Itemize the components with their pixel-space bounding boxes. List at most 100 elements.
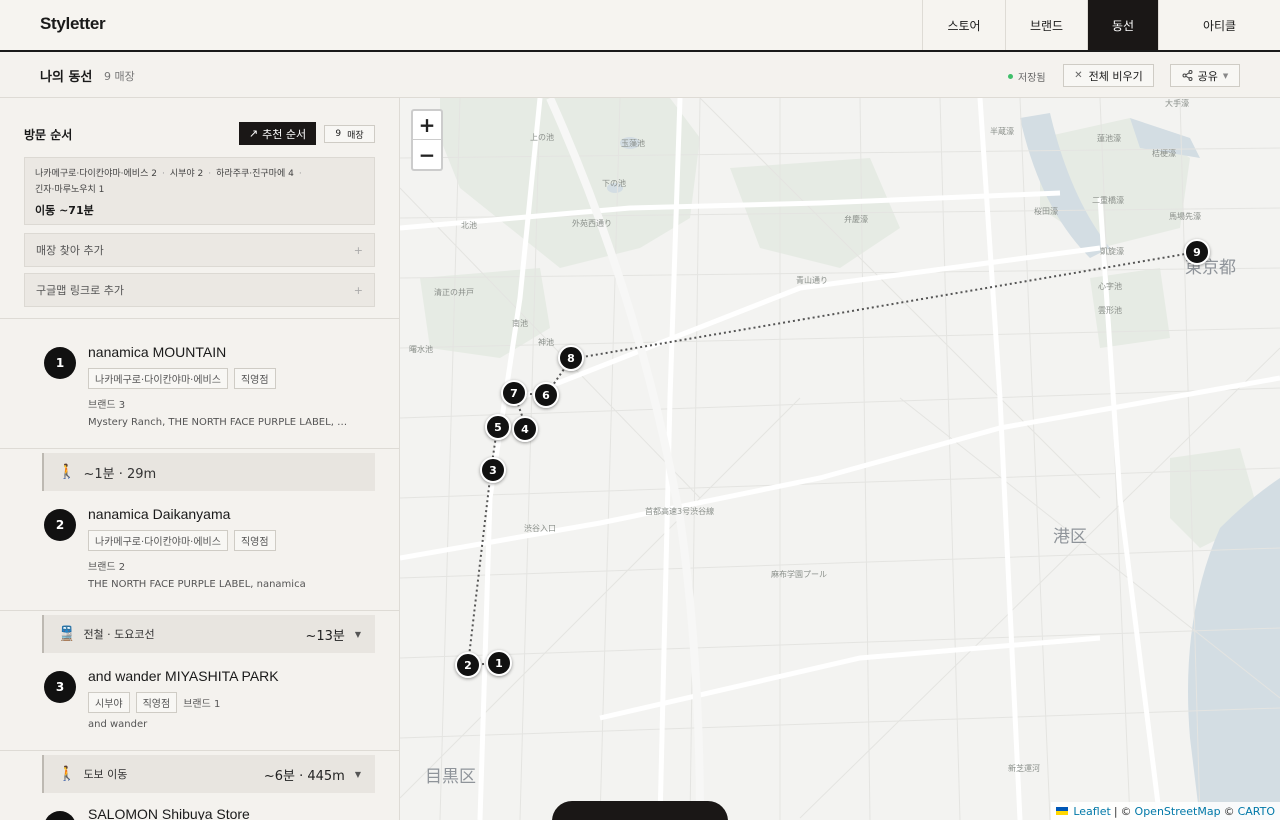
- store-name[interactable]: and wander MIYASHITA PARK: [88, 668, 279, 684]
- attribution-separator: |: [1113, 804, 1118, 818]
- store-order-number: 1: [44, 347, 76, 379]
- store-tags: 시부야 직영점 브랜드 1: [88, 692, 220, 713]
- store-tags: 나카메구로·다이칸야마·에비스 직영점: [88, 530, 276, 551]
- share-icon: [1182, 70, 1193, 81]
- zoom-out-button[interactable]: −: [413, 140, 441, 169]
- divider: [0, 448, 399, 449]
- nav-brand[interactable]: 브랜드: [1005, 0, 1087, 50]
- leaflet-link[interactable]: Leaflet: [1073, 805, 1110, 818]
- chevron-down-icon[interactable]: ▼: [355, 770, 361, 779]
- type-tag: 직영점: [135, 692, 178, 713]
- map-pin-9[interactable]: 9: [1184, 239, 1210, 265]
- area-breakdown: 나카메구로·다이칸야마·에비스 2 · 시부야 2 · 하라주쿠·진구마에 4 · 긴자·마…: [35, 169, 302, 195]
- type-tag: 직영점: [233, 368, 276, 389]
- main-nav: 스토어 브랜드 동선 아티클: [922, 0, 1280, 50]
- divider: [0, 610, 399, 611]
- map-label: 曙水池: [409, 345, 433, 354]
- osm-link[interactable]: OpenStreetMap: [1135, 805, 1221, 818]
- divider: [0, 318, 399, 319]
- map-label: 玉藻池: [621, 139, 645, 148]
- recommend-order-label: 추천 순서: [262, 127, 307, 141]
- map-pin-8[interactable]: 8: [558, 345, 584, 371]
- saved-status: 저장됨: [1008, 69, 1046, 84]
- total-travel-time: 이동 ~71분: [35, 204, 94, 217]
- map-pin-1[interactable]: 1: [486, 650, 512, 676]
- map-pin-7[interactable]: 7: [501, 380, 527, 406]
- map-label: 外苑西通り: [572, 219, 612, 228]
- clear-all-button[interactable]: ✕ 전체 비우기: [1063, 64, 1154, 87]
- add-store-search-label: 매장 찾아 추가: [36, 244, 104, 257]
- close-icon: ✕: [1074, 70, 1083, 81]
- train-icon: 🚆: [58, 626, 76, 642]
- store-count: 9 매장: [104, 70, 135, 83]
- copyright-symbol: ©: [1223, 804, 1235, 818]
- app-logo[interactable]: Styletter: [40, 14, 106, 34]
- type-tag: 직영점: [233, 530, 276, 551]
- map-label: 麻布学園プール: [771, 570, 827, 579]
- zoom-in-button[interactable]: +: [413, 111, 441, 140]
- map-pin-4[interactable]: 4: [512, 416, 538, 442]
- saved-label: 저장됨: [1018, 73, 1046, 84]
- map-pin-2[interactable]: 2: [455, 652, 481, 678]
- map-label: 北池: [461, 221, 477, 230]
- map-label: 南池: [512, 319, 528, 328]
- map-label: 馬場先濠: [1169, 212, 1201, 221]
- map-label: 青山通り: [796, 276, 828, 285]
- page-title: 나의 동선: [40, 70, 93, 85]
- map-label: 蓮池濠: [1097, 134, 1121, 143]
- walk-icon: 🚶: [58, 766, 76, 782]
- add-google-link-button[interactable]: 구글맵 링크로 추가 +: [24, 273, 375, 307]
- share-button[interactable]: 공유 ▼: [1170, 64, 1240, 87]
- add-store-search-button[interactable]: 매장 찾아 추가 +: [24, 233, 375, 267]
- store-order-number: 4: [44, 811, 76, 820]
- route-line: [466, 251, 1198, 667]
- chevron-down-icon[interactable]: ▼: [355, 630, 361, 639]
- chevron-down-icon: ▼: [1222, 71, 1229, 80]
- map-pin-6[interactable]: 6: [533, 382, 559, 408]
- map-label: 凱旋濠: [1100, 247, 1124, 256]
- transit-time: ~13분: [305, 628, 345, 644]
- recommend-order-button[interactable]: ↗ 추천 순서: [239, 122, 316, 145]
- store-count-badge: 9 매장: [324, 125, 375, 143]
- brand-list: Mystery Ranch, THE NORTH FACE PURPLE LAB…: [88, 417, 348, 428]
- route-map[interactable]: 港区 東京都 目黒区 上の池 玉藻池 下の池 北池 清正の井戸 南池 神池 曙水…: [400, 98, 1280, 820]
- nav-route[interactable]: 동선: [1087, 0, 1158, 50]
- nav-article[interactable]: 아티클: [1158, 0, 1280, 50]
- map-label: 心字池: [1098, 282, 1122, 291]
- brand-list: and wander: [88, 719, 148, 730]
- store-name[interactable]: nanamica MOUNTAIN: [88, 344, 226, 360]
- area-item: 긴자·마루노우치 1: [35, 185, 105, 195]
- area-tag: 나카메구로·다이칸야마·에비스: [88, 368, 228, 389]
- map-label: 大手濠: [1165, 99, 1189, 108]
- map-label-meguro: 目黒区: [425, 767, 476, 787]
- map-pin-5[interactable]: 5: [485, 414, 511, 440]
- carto-link[interactable]: CARTO: [1238, 805, 1275, 818]
- share-label: 공유: [1197, 69, 1218, 83]
- map-label: 上の池: [530, 133, 554, 142]
- transit-segment-2[interactable]: 🚆 전철 · 도요코선 ~13분 ▼: [42, 615, 375, 653]
- map-label: 桔梗濠: [1152, 149, 1176, 158]
- nav-store[interactable]: 스토어: [922, 0, 1005, 50]
- store-name[interactable]: SALOMON Shibuya Store: [88, 806, 250, 820]
- walk-icon: 🚶: [58, 464, 76, 480]
- map-floating-toolbar[interactable]: [552, 801, 728, 820]
- brand-count: 브랜드 1: [183, 699, 221, 710]
- map-pin-3[interactable]: 3: [480, 457, 506, 483]
- route-panel: 방문 순서 ↗ 추천 순서 9 매장 나카메구로·다이칸야마·에비스 2 · 시부야…: [0, 98, 400, 820]
- plus-icon: +: [353, 243, 363, 257]
- area-tag: 시부야: [88, 692, 130, 713]
- plus-icon: +: [353, 283, 363, 297]
- area-tag: 나카메구로·다이칸야마·에비스: [88, 530, 228, 551]
- map-label: 弁慶濠: [844, 215, 868, 224]
- transit-label: 전철 · 도요코선: [83, 628, 155, 641]
- transit-segment-3[interactable]: 🚶 도보 이동 ~6분 · 445m ▼: [42, 755, 375, 793]
- transit-segment-1[interactable]: 🚶 ~1분 · 29m: [42, 453, 375, 491]
- area-item: 시부야 2: [169, 169, 204, 179]
- divider: [0, 750, 399, 751]
- map-label: 下の池: [602, 179, 626, 188]
- store-name[interactable]: nanamica Daikanyama: [88, 506, 230, 522]
- visit-order-title: 방문 순서: [24, 128, 73, 142]
- store-count-unit: 매장: [347, 130, 364, 141]
- transit-time: ~6분 · 445m: [263, 768, 345, 784]
- store-order-number: 2: [44, 509, 76, 541]
